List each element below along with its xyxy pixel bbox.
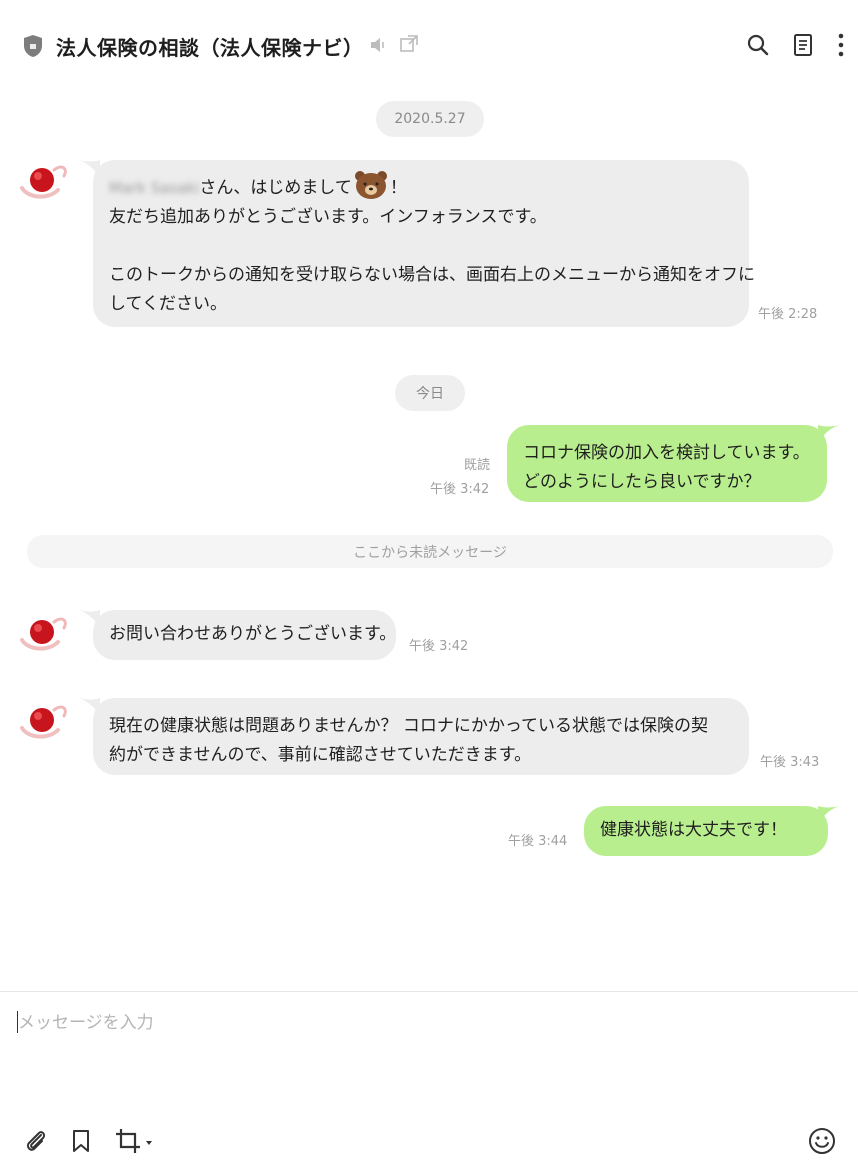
greeting-text: さん、はじめまして [199, 178, 352, 198]
bear-emoji-icon [354, 171, 387, 199]
unread-separator: ここから未読メッセージ [27, 535, 833, 568]
message-bubble[interactable]: 健康状態は大丈夫です！ [584, 806, 828, 856]
search-button[interactable] [743, 30, 773, 60]
more-icon [838, 33, 844, 57]
composer-divider [0, 991, 858, 992]
message-bubble[interactable]: コロナ保険の加入を検討しています。 どのようにしたら良いですか？ [507, 425, 827, 502]
keep-button[interactable] [70, 1126, 94, 1156]
emoji-button[interactable] [807, 1126, 837, 1156]
chat-title: 法人保険の相談（法人保険ナビ） [56, 36, 364, 60]
popout-icon[interactable] [398, 33, 420, 55]
bot-avatar[interactable] [18, 160, 70, 200]
mute-icon [371, 38, 384, 52]
message-line: してください。 [109, 294, 227, 314]
message-line: このトークからの通知を受け取らない場合は、画面右上のメニューから通知をオフに [109, 265, 755, 285]
message-line: 約ができませんので、事前に確認させていただきます。 [109, 745, 532, 765]
emoji-icon [809, 1128, 835, 1154]
message-line: コロナ保険の加入を検討しています。 [523, 443, 810, 463]
chat-header: 法人保険の相談（法人保険ナビ） [0, 0, 858, 90]
message-input[interactable] [18, 1008, 838, 1098]
today-separator: 今日 [395, 375, 465, 411]
message-line: 現在の健康状態は問題ありませんか？ コロナにかかっている状態では保険の契 [109, 716, 709, 736]
message-line: 健康状態は大丈夫です！ [600, 820, 787, 840]
read-receipt: 既読 [464, 458, 491, 473]
attach-button[interactable] [22, 1126, 50, 1156]
exclamation-text: ！ [389, 178, 407, 198]
more-menu-button[interactable] [826, 30, 856, 60]
shield-icon [24, 35, 42, 57]
message-bubble[interactable]: 現在の健康状態は問題ありませんか？ コロナにかかっている状態では保険の契 約がで… [93, 698, 749, 775]
message-time: 午後 3:43 [760, 755, 820, 770]
bot-avatar[interactable] [18, 612, 70, 652]
message-time: 午後 3:44 [508, 834, 568, 849]
bookmark-icon [73, 1130, 89, 1152]
bubble-tail [818, 425, 840, 443]
message-line: どのようにしたら良いですか？ [523, 472, 761, 492]
notes-icon [794, 34, 812, 56]
message-line: お問い合わせありがとうございます。 [109, 624, 397, 644]
message-time: 午後 3:42 [430, 482, 490, 497]
message-bubble[interactable]: お問い合わせありがとうございます。 [93, 610, 396, 660]
message-bubble[interactable]: Mark Sasakiさん、はじめまして ！ 友だち追加ありがとうございます。イ… [93, 160, 755, 327]
capture-icon [116, 1129, 152, 1153]
message-time: 午後 2:28 [758, 307, 818, 322]
message-line: Mark Sasakiさん、はじめまして ！ [109, 171, 733, 203]
message-line: 友だち追加ありがとうございます。インフォランスです。 [109, 207, 547, 227]
notes-button[interactable] [788, 30, 818, 60]
message-time: 午後 3:42 [409, 639, 469, 654]
bubble-tail [818, 806, 840, 824]
attach-icon [26, 1131, 46, 1151]
blurred-user-name: Mark Sasaki [109, 179, 200, 197]
search-icon [747, 34, 769, 56]
capture-button[interactable] [114, 1126, 158, 1156]
date-separator: 2020.5.27 [376, 101, 484, 137]
bot-avatar[interactable] [18, 700, 70, 740]
